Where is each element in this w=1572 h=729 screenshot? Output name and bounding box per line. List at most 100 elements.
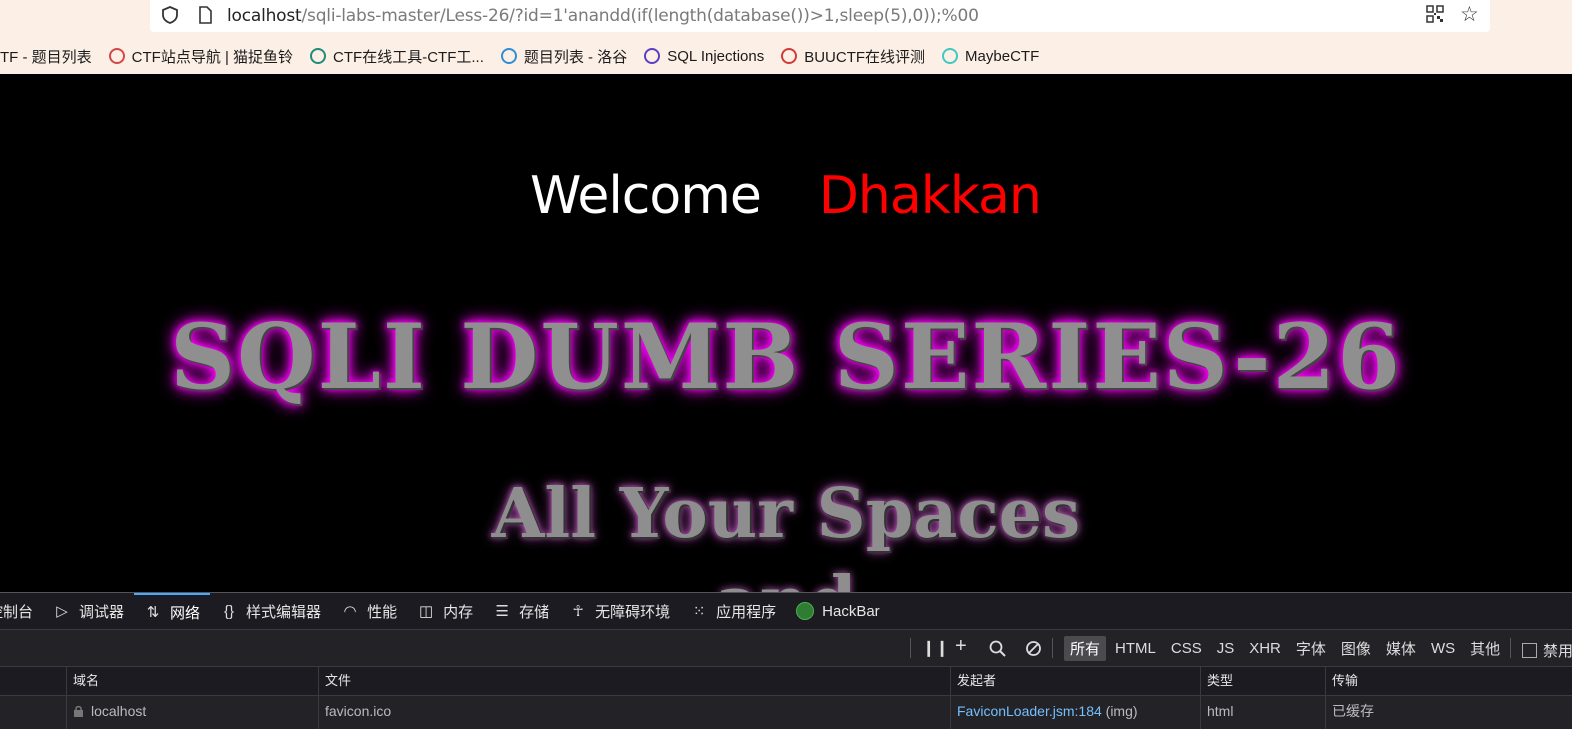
devtools-tab[interactable]: HackBar xyxy=(786,593,890,629)
search-icon[interactable] xyxy=(989,640,1006,657)
domain-text: localhost xyxy=(91,703,147,719)
devtools-tab[interactable]: ⁙ 应用程序 xyxy=(680,593,786,629)
address-bar[interactable]: localhost/sqli-labs-master/Less-26/?id=1… xyxy=(150,0,1490,32)
welcome-text: Welcome xyxy=(530,166,762,226)
column-header-file[interactable]: 文件 xyxy=(318,667,950,695)
buu-icon xyxy=(781,48,798,64)
welcome-heading: Welcome Dhakkan xyxy=(530,166,1042,226)
bookmark-label: CTF在线工具-CTF工... xyxy=(333,48,484,66)
url-host: localhost xyxy=(227,6,302,26)
request-table-header: 域名 文件 发起者 类型 传输 xyxy=(0,667,1572,696)
bookmark-item[interactable]: MaybeCTF xyxy=(942,48,1039,65)
filter-button[interactable]: WS xyxy=(1425,638,1461,659)
bookmark-label: CTF站点导航 | 猫捉鱼铃 xyxy=(131,48,294,66)
devtools-tab-label: 调试器 xyxy=(79,603,125,621)
series-title-banner: SQLI DUMB SERIES-26 xyxy=(170,304,1402,410)
table-row[interactable]: localhost favicon.ico FaviconLoader.jsm:… xyxy=(0,696,1572,729)
devtools-tab-label: 性能 xyxy=(367,603,398,621)
initiator-suffix: (img) xyxy=(1101,703,1138,719)
devtools-tab-label: 无障碍环境 xyxy=(595,603,671,621)
request-type-filters: 所有 HTML CSS JS XHR 字体 图像 媒体 WS 其他 xyxy=(1064,636,1509,661)
network-icon: ⇅ xyxy=(146,604,160,621)
page-content: Welcome Dhakkan SQLI DUMB SERIES-26 All Y… xyxy=(0,74,1572,592)
lock-icon xyxy=(74,705,83,717)
luogu-icon xyxy=(500,48,517,64)
initiator-line[interactable]: :184 xyxy=(1075,703,1102,719)
bookmark-item[interactable]: SQL Injections xyxy=(644,48,764,65)
devtools-tab-label: 样式编辑器 xyxy=(246,603,322,621)
bookmarks-toolbar: TF - 题目列表 CTF站点导航 | 猫捉鱼铃 CTF在线工具-CTF工... 题目… xyxy=(0,44,1056,68)
cell-transfer: 已缓存 xyxy=(1325,696,1572,729)
column-header-domain[interactable]: 域名 xyxy=(66,667,318,695)
column-header-initiator[interactable]: 发起者 xyxy=(950,667,1200,695)
filter-button[interactable]: 其他 xyxy=(1464,636,1506,661)
performance-icon: ◠ xyxy=(343,603,357,620)
debugger-icon: ▷ xyxy=(56,603,68,620)
toolbar-separator xyxy=(1510,638,1511,658)
bookmark-label: TF - 题目列表 xyxy=(0,48,92,66)
devtools-tab[interactable]: ▷ 调试器 xyxy=(43,593,134,629)
devtools-tab[interactable]: {} 样式编辑器 xyxy=(210,593,331,629)
filter-button[interactable]: CSS xyxy=(1165,638,1208,659)
cell-file: favicon.ico xyxy=(318,696,950,729)
hackbar-icon xyxy=(796,602,815,620)
devtools-panel: 控制台 ▷ 调试器 ⇅ 网络 {} 样式编辑器 ◠ 性能 ◫ 内存 ☰ 存储 ☥ 无障碍环境 ⁙ 应用程序 Hac… xyxy=(0,592,1572,729)
pause-icon[interactable]: ❙❙ xyxy=(922,638,949,658)
devtools-tab[interactable]: ◠ 性能 xyxy=(331,593,407,629)
column-header-transfer[interactable]: 传输 xyxy=(1325,667,1572,695)
user-name: Dhakkan xyxy=(818,166,1042,226)
cell-type: html xyxy=(1200,696,1325,729)
cell-domain: localhost xyxy=(66,696,318,729)
toolbar-separator xyxy=(1052,638,1053,658)
maybectf-icon xyxy=(942,48,959,64)
accessibility-icon: ☥ xyxy=(572,603,584,620)
filter-button[interactable]: 字体 xyxy=(1290,636,1332,661)
filter-button[interactable]: 所有 xyxy=(1064,636,1107,661)
devtools-tab[interactable]: ☥ 无障碍环境 xyxy=(559,593,680,629)
bookmark-label: MaybeCTF xyxy=(965,47,1040,65)
bookmark-item[interactable]: 题目列表 - 洛谷 xyxy=(500,46,627,67)
filter-button[interactable]: 媒体 xyxy=(1380,636,1422,661)
bookmark-label: BUUCTF在线评测 xyxy=(804,48,926,66)
devtools-tab-label: 控制台 xyxy=(0,603,34,621)
clear-block-icon[interactable] xyxy=(1025,640,1042,657)
checkbox-box[interactable] xyxy=(1522,643,1537,658)
globe-icon xyxy=(644,48,661,64)
subtitle-banner: All Your Spaces xyxy=(491,474,1081,554)
subtitle-banner-2: and xyxy=(0,562,1572,592)
storage-icon: ☰ xyxy=(495,603,509,620)
devtools-tab[interactable]: ☰ 存储 xyxy=(483,593,559,629)
qr-code-icon[interactable] xyxy=(1426,5,1444,23)
column-header-type[interactable]: 类型 xyxy=(1200,667,1325,695)
devtools-tabbar: 控制台 ▷ 调试器 ⇅ 网络 {} 样式编辑器 ◠ 性能 ◫ 内存 ☰ 存储 ☥ 无障碍环境 ⁙ 应用程序 Hac… xyxy=(0,593,1572,630)
add-request-icon[interactable]: + xyxy=(955,635,967,658)
initiator-link[interactable]: FaviconLoader.jsm xyxy=(957,703,1075,719)
shield-icon[interactable] xyxy=(162,6,178,24)
cat-icon xyxy=(108,48,125,64)
devtools-tab[interactable]: ⇅ 网络 xyxy=(134,593,211,629)
page-info-icon[interactable] xyxy=(198,6,212,24)
disable-cache-label: 禁用 xyxy=(1543,643,1572,660)
bookmark-item[interactable]: TF - 题目列表 xyxy=(0,46,92,67)
bookmark-item[interactable]: CTF在线工具-CTF工... xyxy=(310,46,484,67)
devtools-tab[interactable]: 控制台 xyxy=(0,593,43,629)
bookmark-item[interactable]: BUUCTF在线评测 xyxy=(781,46,925,67)
devtools-tab-label: HackBar xyxy=(822,602,880,620)
filter-button[interactable]: HTML xyxy=(1109,638,1162,659)
memory-icon: ◫ xyxy=(418,603,434,620)
bookmark-label: SQL Injections xyxy=(667,47,765,65)
style-editor-icon: {} xyxy=(224,602,235,620)
filter-button[interactable]: XHR xyxy=(1243,638,1287,659)
filter-button[interactable]: 图像 xyxy=(1335,636,1377,661)
tool-icon xyxy=(310,48,327,64)
disable-cache-checkbox[interactable]: 禁用 xyxy=(1522,640,1572,661)
devtools-tab[interactable]: ◫ 内存 xyxy=(407,593,483,629)
bookmark-item[interactable]: CTF站点导航 | 猫捉鱼铃 xyxy=(108,46,294,67)
toolbar-separator xyxy=(910,638,911,658)
devtools-tab-label: 网络 xyxy=(170,604,201,622)
filter-button[interactable]: JS xyxy=(1211,638,1241,659)
devtools-tab-label: 存储 xyxy=(519,603,550,621)
bookmark-star-icon[interactable]: ☆ xyxy=(1460,4,1479,26)
url-text[interactable]: localhost/sqli-labs-master/Less-26/?id=1… xyxy=(227,6,979,26)
devtools-tab-label: 应用程序 xyxy=(716,603,777,621)
